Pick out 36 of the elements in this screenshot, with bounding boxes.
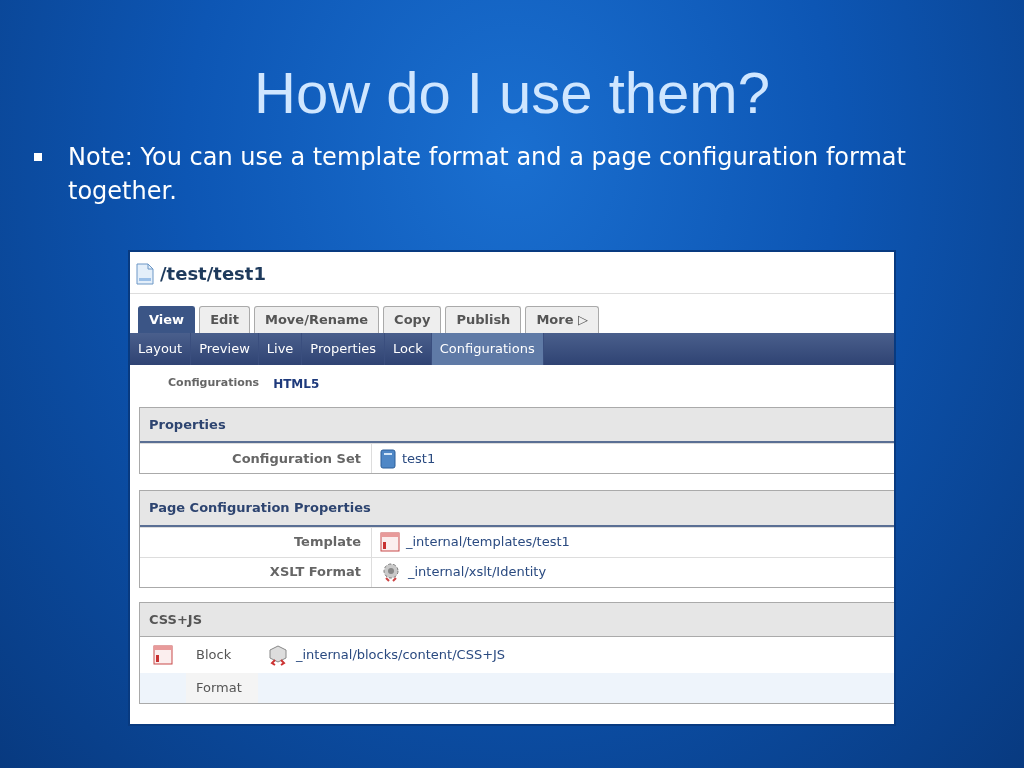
subnav-tab[interactable]: Properties [302,332,386,365]
field-label: Block [195,646,233,665]
panel-heading: Page Configuration Properties [140,491,894,527]
bullet-text: Note: You can use a template format and a page configuration format together. [68,142,907,207]
slide-title: How do I use them? [253,59,771,122]
bullet-icon [34,153,42,161]
cube-icon [266,644,290,666]
subnav-tab[interactable]: Live [258,332,303,365]
book-icon [380,448,396,469]
tab[interactable]: Move/Rename [254,306,380,333]
tab[interactable]: More ▷ [525,306,599,333]
field-label: Configuration Set [140,444,372,473]
field-label: Configurations [168,375,260,392]
tab[interactable]: Edit [199,306,250,333]
subnav-tab[interactable]: Configurations [431,332,544,365]
template-icon [153,645,173,665]
link[interactable]: _internal/xslt/Identity [408,562,547,582]
subnav-tab[interactable]: Preview [191,332,259,365]
tab[interactable]: Publish [445,306,522,333]
template-icon [380,532,400,552]
field-label: Template [140,527,372,557]
panel-heading: Properties [140,407,894,443]
page-icon [136,262,154,285]
subnav-tab[interactable]: Lock [385,332,432,365]
field-label: Format [186,673,258,703]
tab[interactable]: View [138,306,196,333]
tab[interactable]: Copy [383,306,442,333]
panel-heading: CSS+JS [140,602,894,637]
field-label: XSLT Format [140,557,372,587]
gear-icon [380,561,402,583]
page-path: /test/test1 [160,262,266,286]
field-value: HTML5 [273,375,320,393]
link[interactable]: _internal/templates/test1 [406,532,570,552]
link[interactable]: test1 [402,448,436,469]
subnav-tab[interactable]: Layout [130,332,192,365]
link[interactable]: _internal/blocks/content/CSS+JS [296,645,506,665]
